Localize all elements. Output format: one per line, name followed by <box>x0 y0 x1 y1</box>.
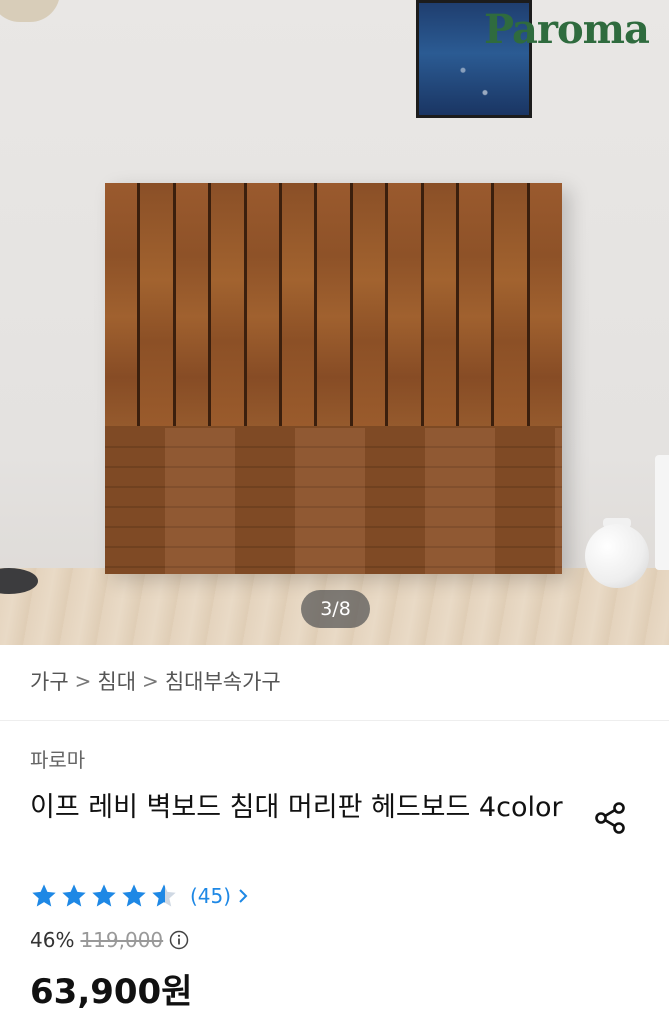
vase <box>585 518 649 588</box>
breadcrumb-item-furniture[interactable]: 가구 <box>30 666 69 696</box>
star-icon <box>122 884 146 907</box>
original-price: 119,000 <box>80 928 164 952</box>
side-object <box>655 455 669 570</box>
headboard-slats <box>105 183 563 426</box>
breadcrumb-item-bed[interactable]: 침대 <box>97 666 136 696</box>
brand-name[interactable]: 파로마 <box>30 744 85 773</box>
star-icon <box>92 884 116 907</box>
discount-rate: 46% <box>30 928 75 952</box>
brand-logo: Paroma <box>484 6 650 53</box>
breadcrumb: 가구 > 침대 > 침대부속가구 <box>30 664 281 698</box>
lamp-shade <box>0 0 60 22</box>
info-icon[interactable] <box>169 930 189 950</box>
rating-stars <box>30 882 178 910</box>
chevron-right-icon[interactable] <box>237 887 249 905</box>
star-icon <box>32 884 56 907</box>
breadcrumb-item-bed-accessories[interactable]: 침대부속가구 <box>165 666 281 696</box>
product-title: 이프 레비 벽보드 침대 머리판 헤드보드 4color <box>30 792 563 823</box>
share-icon[interactable] <box>592 800 628 836</box>
review-count[interactable]: (45) <box>190 884 231 908</box>
product-image[interactable]: Paroma 3/8 <box>0 0 669 645</box>
star-half-icon <box>152 884 176 907</box>
chevron-right-icon: > <box>74 669 92 693</box>
star-icon <box>62 884 86 907</box>
chevron-right-icon: > <box>142 669 159 693</box>
image-counter: 3/8 <box>301 590 370 628</box>
rating[interactable]: (45) <box>30 880 249 912</box>
final-price: 63,900원 <box>30 972 193 1012</box>
divider <box>0 720 669 721</box>
headboard-photo <box>105 183 563 574</box>
headboard-base-panel <box>105 428 562 574</box>
price-row: 46% 119,000 <box>30 926 189 954</box>
